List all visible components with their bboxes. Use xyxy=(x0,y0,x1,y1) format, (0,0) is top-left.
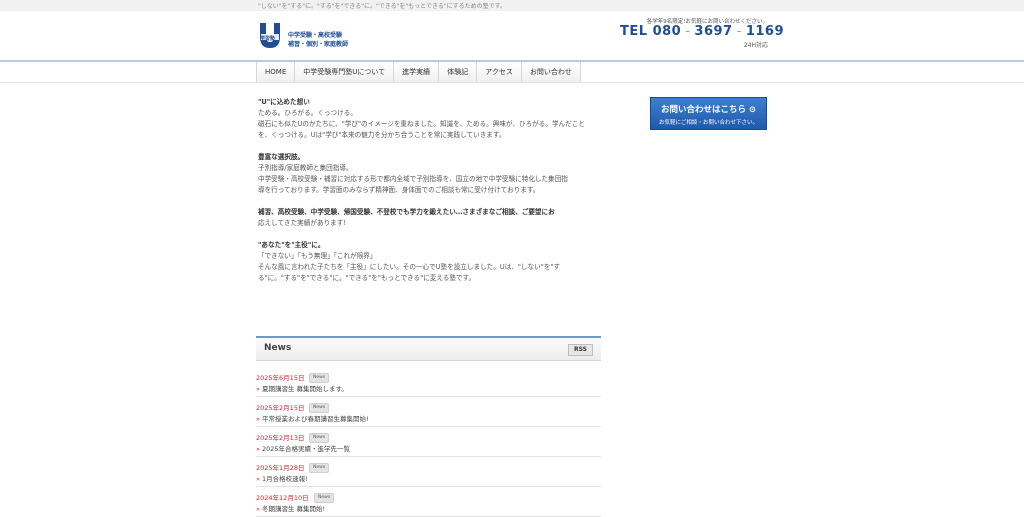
section-title: "あなた"を"主役"に。 xyxy=(258,241,325,249)
news-date: 2024年12月10日 xyxy=(256,494,309,502)
news-link[interactable]: » 夏期講習生 募集開始します。 xyxy=(256,383,348,393)
section-text: 中学受験・高校受験・補習に対応する形で都内全域で子別指導を、国立の地で中学受験に… xyxy=(258,175,568,183)
news-item[interactable]: 2024年12月10日 News » 冬期講習生 募集開始! xyxy=(256,487,601,517)
news-link-text: 夏期講習生 募集開始します。 xyxy=(261,385,348,393)
section-text: を、くっつける。Uは"学び"本来の魅力を分かち合うことを常に実践していきます。 xyxy=(258,131,506,139)
arrow-circle-icon: ⊙ xyxy=(748,105,757,115)
section-text: ためる。ひろがる。くっつける。 xyxy=(258,109,357,117)
section-philosophy: "U"に込めた想い ためる。ひろがる。くっつける。 磁石にも似たUのかたちに、"… xyxy=(258,97,600,141)
news-tag: News xyxy=(314,493,335,503)
tel-part-1: 080 xyxy=(652,24,682,39)
nav-access[interactable]: アクセス xyxy=(477,62,522,82)
section-title: 補習、高校受験、中学受験、帰国受験、不登校でも学力を鍛えたい…さまざまなご相談、… xyxy=(258,208,555,216)
section-text: そんな風に言われた子たちを「主役」にしたい。その一心でU塾を設立しました。Uは、… xyxy=(258,263,560,271)
contact-cta-label: お問い合わせはこちら xyxy=(660,105,746,115)
section-text: 子別指導/家庭教師と集団指導。 xyxy=(258,164,353,172)
tel-part-3: 1169 xyxy=(745,24,784,39)
tel-separator: - xyxy=(736,24,742,39)
news-link-text: 2025年合格実績・進学先一覧 xyxy=(261,445,351,453)
news-tag: News xyxy=(309,433,330,443)
bullet-icon: » xyxy=(256,385,260,393)
section-options: 豊富な選択肢。 子別指導/家庭教師と集団指導。 中学受験・高校受験・補習に対応す… xyxy=(258,152,600,196)
news-tag: News xyxy=(309,463,330,473)
main-content: "U"に込めた想い ためる。ひろがる。くっつける。 磁石にも似たUのかたちに、"… xyxy=(258,97,600,295)
news-link-text: 1月合格校速報! xyxy=(261,475,308,483)
bullet-icon: » xyxy=(256,475,260,483)
news-title: News xyxy=(264,343,292,353)
phone-hours: 24H対応 xyxy=(743,42,768,49)
news-link[interactable]: » 1月合格校速報! xyxy=(256,473,308,483)
section-text: 応えしてきた実績があります! xyxy=(258,219,346,227)
news-date: 2025年1月28日 xyxy=(256,464,305,472)
logo-text: 中学受験・高校受験 補習・個別・家庭教師 xyxy=(288,31,348,49)
section-you-are-the-star: "あなた"を"主役"に。 「できない」「もう無理」「これが限界」 そんな風に言わ… xyxy=(258,240,600,284)
bullet-icon: » xyxy=(256,445,260,453)
section-text: る"に。"する"を"できる"に。"できる"を"もっとできる"に変える塾です。 xyxy=(258,274,476,282)
section-text: 「できない」「もう無理」「これが限界」 xyxy=(258,252,377,260)
logo-line-1: 中学受験・高校受験 xyxy=(288,32,343,39)
contact-cta-subtitle: お気軽にご相談・お問い合わせ下さい。 xyxy=(659,120,758,126)
contact-cta-title: お問い合わせはこちら ⊙ xyxy=(651,103,766,115)
news-item[interactable]: 2025年2月15日 News » 平常授業および春期講習生募集開始! xyxy=(256,397,601,427)
news-tag: News xyxy=(309,373,330,383)
site-tagline: "しない"を"する"に。"する"を"できる"に。"できる"を"もっとできる"にす… xyxy=(258,3,507,10)
news-date: 2025年2月15日 xyxy=(256,404,305,412)
news-item[interactable]: 2025年1月28日 News » 1月合格校速報! xyxy=(256,457,601,487)
tel-part-2: 3697 xyxy=(694,24,733,39)
news-date: 2025年6月15日 xyxy=(256,374,305,382)
news-item[interactable]: 2025年6月15日 News » 夏期講習生 募集開始します。 xyxy=(256,367,601,397)
tel-label: TEL xyxy=(620,24,648,39)
header xyxy=(0,11,1024,61)
news-date: 2025年2月13日 xyxy=(256,434,305,442)
news-item[interactable]: 2025年2月13日 News » 2025年合格実績・進学先一覧 xyxy=(256,427,601,457)
section-title: 豊富な選択肢。 xyxy=(258,153,305,161)
nav-home[interactable]: HOME xyxy=(257,62,296,82)
nav-divider xyxy=(0,82,1024,83)
news-link[interactable]: » 平常授業および春期講習生募集開始! xyxy=(256,413,369,423)
section-track-record: 補習、高校受験、中学受験、帰国受験、不登校でも学力を鍛えたい…さまざまなご相談、… xyxy=(258,207,600,229)
phone-number[interactable]: TEL 080-3697-1169 xyxy=(620,24,783,39)
news-link[interactable]: » 2025年合格実績・進学先一覧 xyxy=(256,443,350,453)
nav-results[interactable]: 進学実績 xyxy=(394,62,440,82)
logo-label: 学習塾 xyxy=(260,36,276,42)
news-list: 2025年6月15日 News » 夏期講習生 募集開始します。 2025年2月1… xyxy=(256,367,601,517)
bullet-icon: » xyxy=(256,415,260,423)
section-text: 導を行っております。学習面のみならず精神面、身体面でのご相談も常に受け付けており… xyxy=(258,186,540,194)
section-title: "U"に込めた想い xyxy=(258,98,310,106)
rss-button[interactable]: RSS xyxy=(568,344,593,356)
contact-cta-button[interactable]: お問い合わせはこちら ⊙ お気軽にご相談・お問い合わせ下さい。 xyxy=(650,97,767,130)
nav-about[interactable]: 中学受験専門塾Uについて xyxy=(295,62,395,82)
tel-separator: - xyxy=(685,24,691,39)
main-nav: HOME 中学受験専門塾Uについて 進学実績 体験記 アクセス お問い合わせ xyxy=(256,62,581,82)
news-tag: News xyxy=(309,403,330,413)
section-text: 磁石にも似たUのかたちに、"学び"のイメージを重ねました。知識を、ためる。興味が… xyxy=(258,120,585,128)
nav-contact[interactable]: お問い合わせ xyxy=(521,62,581,82)
logo-line-2: 補習・個別・家庭教師 xyxy=(288,41,349,48)
logo-link[interactable]: 学習塾 xyxy=(257,22,283,50)
news-link-text: 平常授業および春期講習生募集開始! xyxy=(261,415,369,423)
news-header: News RSS xyxy=(256,336,601,361)
nav-testimonials[interactable]: 体験記 xyxy=(439,62,478,82)
news-panel: News RSS 2025年6月15日 News » 夏期講習生 募集開始します。… xyxy=(256,336,601,517)
